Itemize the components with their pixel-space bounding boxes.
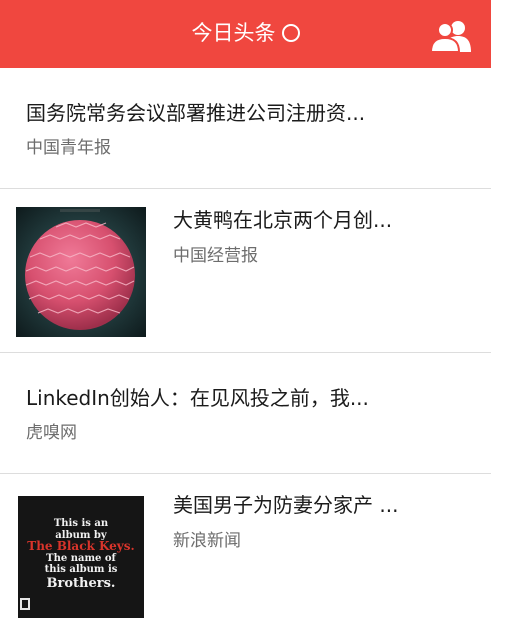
news-item[interactable]: This is an album by The Black Keys. The … [0,474,491,637]
black-keys-brothers-album-cover[interactable]: This is an album by The Black Keys. The … [16,492,146,622]
news-headline[interactable]: 大黄鸭在北京两个月创... [173,206,463,234]
app-header: 今日头条 [0,0,491,68]
header-title-wrap: 今日头条 [0,19,491,47]
album-text-line: Brothers. [46,575,116,591]
news-item[interactable]: 国务院常务会议部署推进公司注册资... 中国青年报 [0,68,491,189]
news-source: 虎嗅网 [26,423,77,443]
news-item[interactable]: 大黄鸭在北京两个月创... 中国经营报 [0,189,491,353]
users-icon[interactable] [430,20,476,52]
album-text-line: This is an [53,518,109,529]
news-item[interactable]: LinkedIn创始人：在见风投之前，我... 虎嗅网 [0,353,491,474]
app-title: 今日头条 [191,21,276,45]
news-headline[interactable]: 国务院常务会议部署推进公司注册资... [26,99,466,127]
news-source: 新浪新闻 [173,531,241,551]
loading-circle-icon [281,24,300,42]
album-text-line: The Black Keys. [27,539,135,553]
news-headline[interactable]: 美国男子为防妻分家产 ... [173,491,463,519]
news-feed: 国务院常务会议部署推进公司注册资... 中国青年报 大黄鸭在北京两个月创... … [0,68,491,637]
album-text-line: this album is [44,564,118,575]
album-cover-text: This is an album by The Black Keys. The … [16,518,146,592]
news-source: 中国经营报 [173,246,258,266]
news-headline[interactable]: LinkedIn创始人：在见风投之前，我... [26,384,466,412]
news-source: 中国青年报 [26,138,111,158]
pink-lantern-album-cover[interactable] [16,207,146,337]
album-text-line: The name of [46,552,116,564]
